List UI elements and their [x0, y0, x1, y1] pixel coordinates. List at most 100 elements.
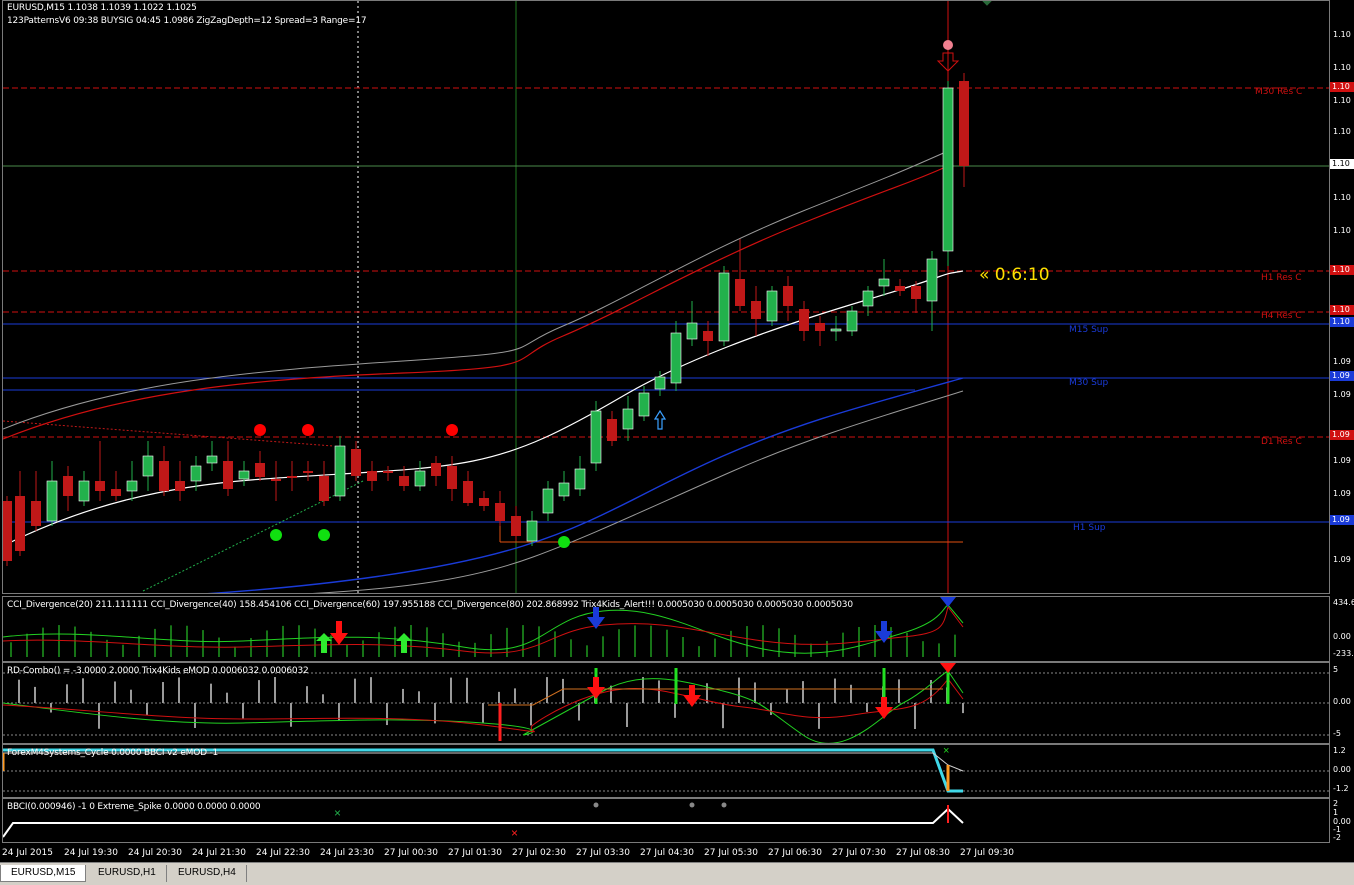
price-tick: 1.09 [1333, 456, 1351, 465]
bear-candle [383, 471, 393, 473]
moving-average-red [3, 165, 949, 440]
bull-candle [142, 455, 154, 477]
time-tick: 24 Jul 22:30 [256, 848, 310, 858]
bear-candle [431, 463, 441, 476]
bar-countdown: « 0:6:10 [979, 265, 1050, 285]
buy-arrow-icon [653, 409, 667, 430]
bear-candle [159, 461, 169, 491]
bull-candle [334, 445, 346, 497]
axis-tick: 1 [1333, 808, 1339, 817]
time-tick: 24 Jul 23:30 [320, 848, 374, 858]
bbci-panel[interactable]: × × BBCI(0.000946) -1 0 Extreme_Spike 0.0… [2, 798, 1330, 843]
level-label-m15-sup: M15 Sup [1069, 325, 1109, 335]
time-tick: 27 Jul 02:30 [512, 848, 566, 858]
time-tick: 27 Jul 07:30 [832, 848, 886, 858]
green-signal-dot [558, 536, 570, 548]
bear-candle [31, 501, 41, 526]
bear-candle [607, 419, 617, 441]
bear-candle [303, 471, 313, 473]
price-tick: 1.09 [1333, 357, 1351, 366]
time-tick: 27 Jul 04:30 [640, 848, 694, 858]
price-chart-svg[interactable] [3, 1, 1330, 594]
bull-candle [718, 272, 730, 342]
bull-candle [942, 87, 954, 252]
bull-candle [686, 322, 698, 340]
bull-candle [46, 480, 58, 522]
bull-candle [846, 310, 858, 332]
bear-candle [463, 481, 473, 503]
level-label-d1-res: D1 Res C [1261, 437, 1302, 447]
rd-combo-panel[interactable]: RD-Combo() = -3.0000 2.0000 Trix4Kids eM… [2, 662, 1330, 744]
trendline [142, 480, 364, 592]
bear-candle [319, 476, 329, 501]
axis-tick: 0.00 [1333, 697, 1351, 706]
bbci-line [3, 807, 964, 838]
bear-candle [3, 501, 12, 561]
bull-candle [526, 520, 538, 542]
axis-tick: 5 [1333, 665, 1339, 674]
gray-dot [689, 802, 695, 808]
bull-candle [78, 480, 90, 502]
bull-candle [238, 470, 250, 480]
green-up-arrow-icon [316, 633, 332, 653]
bear-candle [783, 286, 793, 306]
time-tick: 27 Jul 00:30 [384, 848, 438, 858]
cci-divergence-panel[interactable]: CCI_Divergence(20) 211.111111 CCI_Diverg… [2, 596, 1330, 662]
blue-down-arrow-icon [587, 607, 605, 629]
rd-combo-axis: 5 0.00 -5 [1330, 662, 1354, 744]
cci-panel-label: CCI_Divergence(20) 211.111111 CCI_Diverg… [7, 600, 853, 610]
bull-candle [830, 328, 842, 332]
bull-candle [926, 258, 938, 302]
axis-tick: -5 [1333, 729, 1341, 738]
bear-candle [735, 279, 745, 306]
blue-triangle-icon [940, 597, 956, 607]
time-tick: 24 Jul 2015 [2, 848, 53, 858]
bear-candle [495, 503, 505, 521]
green-signal-dot [318, 529, 330, 541]
red-down-arrow-icon [330, 621, 348, 645]
bull-candle [670, 332, 682, 384]
bear-candle [223, 461, 233, 489]
bear-candle [63, 476, 73, 496]
level-label-h1-sup: H1 Sup [1073, 523, 1106, 533]
red-down-arrow-icon [875, 697, 893, 719]
tab-eurusd-h4[interactable]: EURUSD,H4 [168, 865, 247, 882]
price-box-h1-sup: 1.09 [1330, 515, 1354, 525]
bear-candle [911, 286, 921, 299]
pink-signal-dot [943, 40, 953, 50]
bear-candle [815, 323, 825, 331]
tab-eurusd-h1[interactable]: EURUSD,H1 [88, 865, 167, 882]
moving-average-gray-upper [3, 150, 949, 430]
gray-dot [721, 802, 727, 808]
axis-tick: 1.2 [1333, 746, 1346, 755]
cycle-panel[interactable]: × ForexM4Systems_Cycle 0.0000 BBCI v2 eM… [2, 744, 1330, 798]
cci-line-red [3, 605, 964, 654]
bull-candle [414, 470, 426, 487]
axis-tick: 0.00 [1333, 632, 1351, 641]
price-tick: 1.09 [1333, 390, 1351, 399]
red-signal-dot [254, 424, 266, 436]
bull-candle [654, 376, 666, 390]
bear-candle [511, 516, 521, 536]
red-signal-dot [446, 424, 458, 436]
time-tick: 24 Jul 20:30 [128, 848, 182, 858]
bull-candle [190, 465, 202, 482]
time-tick: 27 Jul 09:30 [960, 848, 1014, 858]
bear-candle [351, 449, 361, 476]
bear-candle [479, 498, 489, 506]
bear-candle [959, 81, 969, 166]
cci-axis: 434.6 0.00 -233. [1330, 596, 1354, 662]
bear-candle [751, 301, 761, 319]
price-tick: 1.10 [1333, 193, 1351, 202]
level-label-m30-sup: M30 Sup [1069, 378, 1109, 388]
green-x-marker-icon: × [943, 745, 949, 757]
red-down-arrow-icon [683, 685, 701, 707]
price-tick: 1.10 [1333, 63, 1351, 72]
price-box-h1-res: 1.10 [1330, 265, 1354, 275]
level-label-h4-res: H4 Res C [1261, 311, 1302, 321]
gray-dot [593, 802, 599, 808]
price-axis: 1.10 1.10 1.10 1.10 1.10 1.10 1.09 1.09 … [1330, 0, 1354, 594]
main-chart[interactable]: EURUSD,M15 1.1038 1.1039 1.1022 1.1025 1… [2, 0, 1330, 594]
tab-eurusd-m15[interactable]: EURUSD,M15 [0, 865, 87, 882]
chart-tab-bar: EURUSD,M15 EURUSD,H1 EURUSD,H4 [0, 862, 1354, 885]
